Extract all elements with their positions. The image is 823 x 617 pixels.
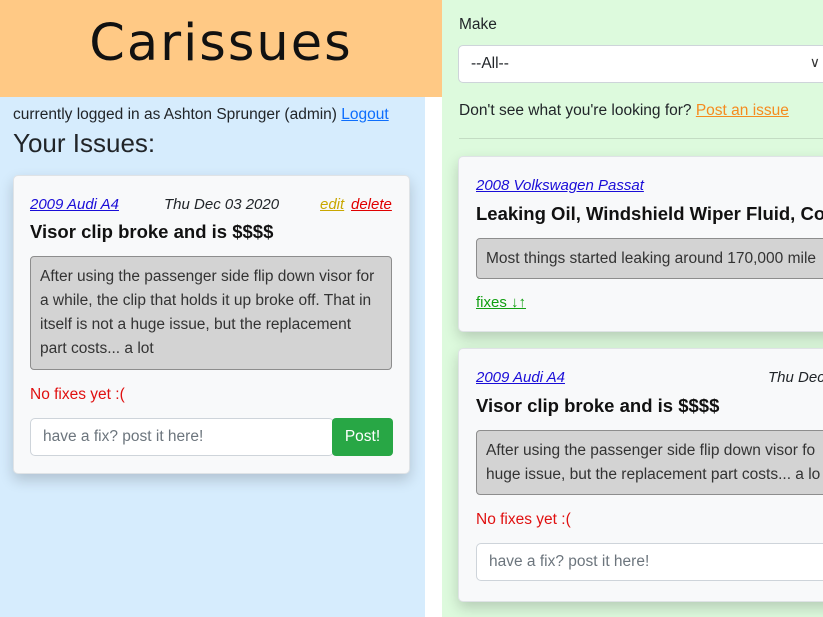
issue-date: Thu Dec xyxy=(768,369,823,386)
fix-input[interactable] xyxy=(476,543,823,581)
logout-link[interactable]: Logout xyxy=(341,106,388,123)
issue-vehicle-link[interactable]: 2008 Volkswagen Passat xyxy=(476,177,644,194)
issue-vehicle-link[interactable]: 2009 Audi A4 xyxy=(30,196,119,213)
feed-issue-card: 2008 Volkswagen Passat Leaking Oil, Wind… xyxy=(458,156,823,332)
fix-input[interactable] xyxy=(30,418,334,456)
issue-title: Visor clip broke and is $$$$ xyxy=(476,395,720,416)
header-banner: Carissues xyxy=(0,0,442,97)
issue-title: Leaking Oil, Windshield Wiper Fluid, Co xyxy=(476,203,823,224)
feed-issue-card: 2009 Audi A4 Thu Dec Visor clip broke an… xyxy=(458,348,823,602)
my-issue-card: 2009 Audi A4 Thu Dec 03 2020 edit delete… xyxy=(13,175,410,474)
make-label: Make xyxy=(459,16,497,33)
issue-vehicle-link[interactable]: 2009 Audi A4 xyxy=(476,369,565,386)
issues-feed: Make --All-- ∨ Don't see what you're loo… xyxy=(442,0,823,617)
fixes-toggle-link[interactable]: fixes ↓↑ xyxy=(476,294,526,311)
app-logo[interactable]: Carissues xyxy=(0,14,442,73)
issue-description: After using the passenger side flip down… xyxy=(30,256,392,370)
login-status: currently logged in as Ashton Sprunger (… xyxy=(13,106,389,124)
chevron-down-icon: ∨ xyxy=(809,54,820,70)
edit-link[interactable]: edit xyxy=(320,196,344,213)
make-selected-value: --All-- xyxy=(471,55,509,72)
issue-date: Thu Dec 03 2020 xyxy=(164,196,280,213)
login-status-text: currently logged in as Ashton Sprunger (… xyxy=(13,106,337,123)
issue-description: Most things started leaking around 170,0… xyxy=(476,238,823,279)
fix-status: No fixes yet :( xyxy=(476,511,571,528)
post-issue-prompt-text: Don't see what you're looking for? xyxy=(459,102,692,119)
divider xyxy=(459,138,823,139)
post-fix-button[interactable]: Post! xyxy=(332,418,393,456)
your-issues-heading: Your Issues: xyxy=(13,128,156,158)
issue-title: Visor clip broke and is $$$$ xyxy=(30,221,274,242)
fix-status: No fixes yet :( xyxy=(30,386,125,403)
make-select[interactable]: --All-- ∨ xyxy=(458,45,823,83)
post-issue-link[interactable]: Post an issue xyxy=(696,102,789,119)
issue-description: After using the passenger side flip down… xyxy=(476,430,823,495)
delete-link[interactable]: delete xyxy=(351,196,392,213)
post-issue-prompt: Don't see what you're looking for? Post … xyxy=(459,102,789,120)
